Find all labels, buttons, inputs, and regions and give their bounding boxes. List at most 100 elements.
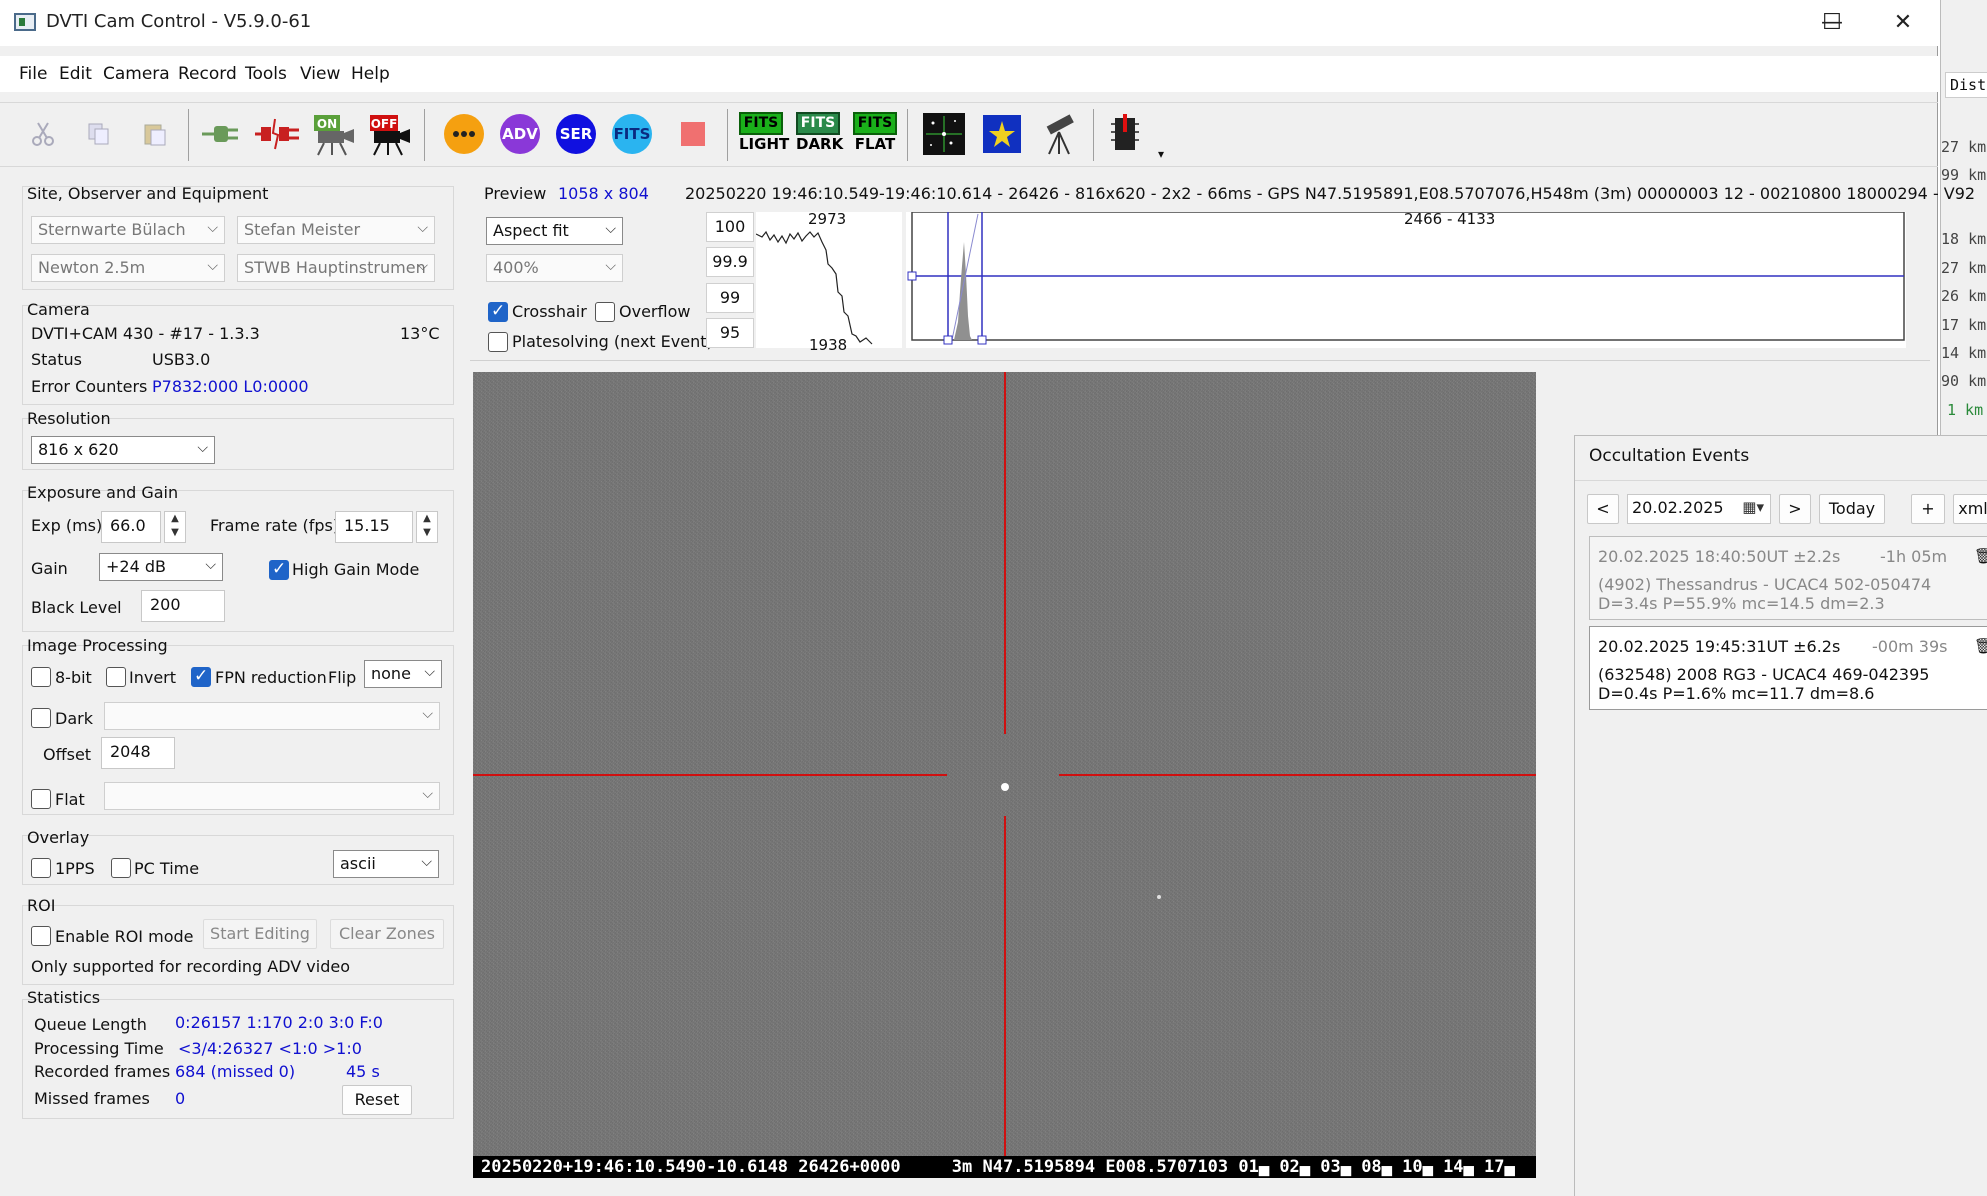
camera-model: DVTI+CAM 430 - #17 - 1.3.3 xyxy=(31,324,260,343)
stop-icon xyxy=(681,122,705,146)
dist-row: 27 km xyxy=(1941,138,1987,156)
pc-time-checkbox[interactable] xyxy=(111,858,131,878)
fits-flat-button[interactable]: FITS FLAT xyxy=(852,111,898,157)
menu-tools[interactable]: Tools xyxy=(245,64,287,84)
1pps-checkbox[interactable] xyxy=(31,858,51,878)
instrument-select[interactable]: STWB Hauptinstrumen ⌵ xyxy=(237,254,435,282)
fits-dark-button[interactable]: FITS DARK xyxy=(795,111,843,157)
disconnect-icon[interactable] xyxy=(254,111,300,157)
start-editing-button[interactable]: Start Editing xyxy=(203,919,317,949)
add-event-button[interactable]: + xyxy=(1911,494,1945,524)
dark-label: Dark xyxy=(55,709,93,728)
dist-row: 99 km xyxy=(1941,166,1987,184)
fits-icon: FITS xyxy=(612,114,652,154)
connect-icon[interactable] xyxy=(197,111,243,157)
svg-text:OFF: OFF xyxy=(371,117,398,131)
record-fits-button[interactable]: FITS xyxy=(609,111,655,157)
roi-enable-checkbox[interactable] xyxy=(31,926,51,946)
camera-on-icon[interactable]: ON xyxy=(310,111,356,157)
star-field-button[interactable] xyxy=(921,111,967,157)
timestamp-overlay: 20250220+19:46:10.5490-10.6148 26426+000… xyxy=(473,1156,1536,1178)
1pps-label: 1PPS xyxy=(55,859,95,878)
histogram[interactable]: 2466 - 4133 xyxy=(906,210,1906,348)
maximize-button[interactable]: ☐ xyxy=(1804,8,1860,38)
today-button[interactable]: Today xyxy=(1819,494,1885,524)
gain-select[interactable]: +24 dB ⌵ xyxy=(99,553,223,581)
platesolving-checkbox[interactable] xyxy=(488,332,508,352)
close-button[interactable]: ✕ xyxy=(1875,8,1931,38)
prev-date-button[interactable]: < xyxy=(1587,494,1619,524)
flat-file-select[interactable]: ⌵ xyxy=(104,782,440,810)
processing-time-value: <3/4:26327 <1:0 >1:0 xyxy=(178,1039,362,1058)
exposure-spinner[interactable]: ▲ ▼ xyxy=(164,511,186,543)
next-date-button[interactable]: > xyxy=(1779,494,1811,524)
high-gain-checkbox[interactable] xyxy=(269,559,289,580)
menu-edit[interactable]: Edit xyxy=(59,64,92,84)
menu-file[interactable]: File xyxy=(19,64,47,84)
aspect-fit-select[interactable]: Aspect fit ⌵ xyxy=(486,217,623,245)
offset-input[interactable]: 2048 xyxy=(101,737,175,769)
observer-select[interactable]: Stefan Meister ⌵ xyxy=(237,216,435,244)
pc-time-label: PC Time xyxy=(134,859,200,878)
overlay-group-title: Overlay xyxy=(27,828,90,847)
exposure-input[interactable]: 66.0 xyxy=(101,511,161,543)
overflow-checkbox[interactable] xyxy=(595,302,615,322)
dark-checkbox[interactable] xyxy=(31,708,51,728)
toolbar-separator xyxy=(188,109,189,161)
reset-button[interactable]: Reset xyxy=(342,1085,412,1115)
flip-select[interactable]: none ⌵ xyxy=(364,660,442,688)
record-adv-button[interactable]: ADV xyxy=(497,111,543,157)
menu-record[interactable]: Record xyxy=(178,64,237,84)
delete-event-icon[interactable]: 🗑 xyxy=(1974,547,1987,565)
toolbar-overflow-chevron[interactable]: ▾ xyxy=(1158,147,1164,161)
telescope-select[interactable]: Newton 2.5m ⌵ xyxy=(31,254,225,282)
recorded-frames-value: 684 (missed 0) xyxy=(175,1062,296,1081)
level-100-button[interactable]: 100 xyxy=(706,212,754,242)
queue-length-value: 0:26157 1:170 2:0 3:0 F:0 xyxy=(175,1013,383,1032)
menu-view[interactable]: View xyxy=(300,64,340,84)
frame-info: 20250220 19:46:10.549-19:46:10.614 - 264… xyxy=(685,184,1976,203)
invert-checkbox[interactable] xyxy=(106,667,126,687)
menu-help[interactable]: Help xyxy=(351,64,390,84)
error-counters-label: Error Counters xyxy=(31,377,148,396)
event-item[interactable]: 20.02.2025 18:40:50UT ±2.2s -1h 05m 🗑 (4… xyxy=(1589,536,1987,620)
flat-checkbox[interactable] xyxy=(31,789,51,809)
crosshair-checkbox[interactable] xyxy=(488,301,508,322)
gps-device-button[interactable] xyxy=(1102,111,1148,157)
stop-button[interactable] xyxy=(670,111,716,157)
fpn-reduction-checkbox[interactable] xyxy=(191,666,211,687)
event-object: (4902) Thessandrus - UCAC4 502-050474 xyxy=(1598,575,1932,594)
frame-rate-spinner[interactable]: ▲ ▼ xyxy=(416,511,438,543)
star-field-icon xyxy=(923,113,965,155)
black-level-input[interactable]: 200 xyxy=(141,590,225,622)
menu-camera[interactable]: Camera xyxy=(103,64,170,84)
resolution-select[interactable]: 816 x 620 ⌵ xyxy=(31,436,215,464)
level-99-button[interactable]: 99 xyxy=(706,283,754,313)
copy-icon[interactable] xyxy=(76,111,122,157)
dark-file-select[interactable]: ⌵ xyxy=(104,702,440,730)
event-item[interactable]: 20.02.2025 19:45:31UT ±6.2s -00m 39s 🗑 (… xyxy=(1589,626,1987,710)
record-dots-button[interactable] xyxy=(441,111,487,157)
frame-rate-input[interactable]: 15.15 xyxy=(335,511,413,543)
fits-light-button[interactable]: FITS LIGHT xyxy=(738,111,789,157)
svg-text:ON: ON xyxy=(317,117,337,131)
telescope-button[interactable] xyxy=(1036,111,1082,157)
date-picker[interactable]: 20.02.2025 ▦▾ xyxy=(1627,494,1771,524)
camera-off-icon[interactable]: OFF xyxy=(366,111,412,157)
camera-preview-image[interactable]: 20250220+19:46:10.5490-10.6148 26426+000… xyxy=(473,372,1536,1178)
level-95-button[interactable]: 95 xyxy=(706,318,754,348)
clear-zones-button[interactable]: Clear Zones xyxy=(330,919,444,949)
level-99-9-button[interactable]: 99.9 xyxy=(706,247,754,277)
8bit-checkbox[interactable] xyxy=(31,667,51,687)
xml-button[interactable]: xml xyxy=(1953,494,1987,524)
curve-max-label: 2973 xyxy=(808,210,847,228)
zoom-select[interactable]: 400% ⌵ xyxy=(486,254,623,282)
calendar-icon[interactable]: ▦▾ xyxy=(1742,498,1764,516)
sky-map-button[interactable] xyxy=(979,111,1025,157)
delete-event-icon[interactable]: 🗑 xyxy=(1974,637,1987,655)
record-ser-button[interactable]: SER xyxy=(553,111,599,157)
cut-icon[interactable] xyxy=(20,111,66,157)
observatory-select[interactable]: Sternwarte Bülach ⌵ xyxy=(31,216,225,244)
overlay-mode-select[interactable]: ascii ⌵ xyxy=(333,850,439,878)
paste-icon[interactable] xyxy=(132,111,178,157)
